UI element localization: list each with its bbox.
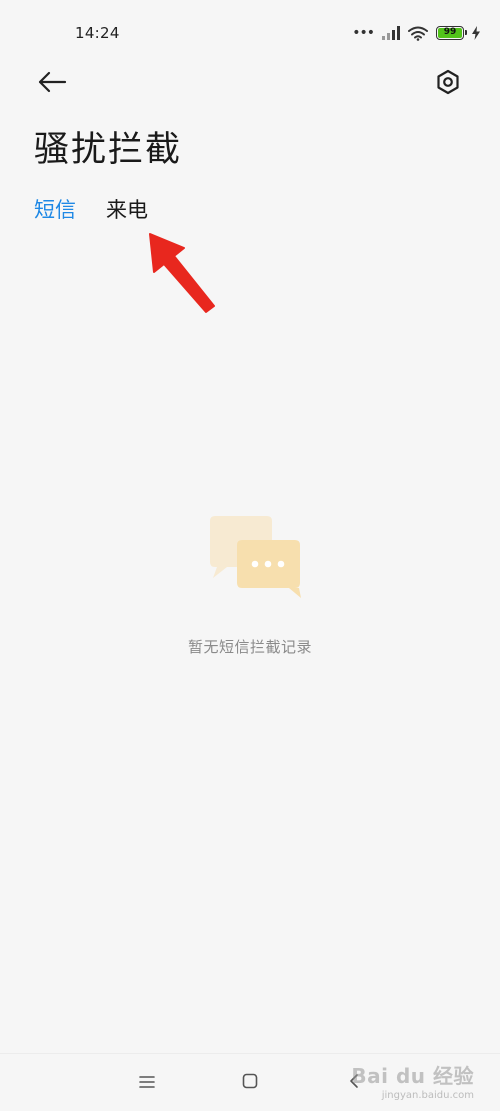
page-title: 骚扰拦截 [34,130,183,170]
battery-cap [465,30,467,35]
home-square-icon [242,1073,258,1093]
back-button[interactable] [34,66,70,102]
chat-bubbles-icon [210,516,301,598]
wifi-icon [408,26,428,41]
charging-bolt-icon [472,26,480,40]
empty-state-message: 暂无短信拦截记录 [187,638,312,656]
settings-button[interactable] [430,66,466,102]
tab-sms[interactable]: 短信 [34,192,76,228]
status-icons: ••• 99 [352,24,480,42]
signal-icon [382,26,400,40]
tab-bar: 短信 来电 [34,192,148,228]
hexagon-settings-icon [435,69,461,99]
status-bar: 14:24 ••• 99 [0,0,500,66]
more-dots-icon: ••• [352,25,375,41]
arrow-left-icon [37,70,67,98]
screen: 14:24 ••• 99 骚扰拦截 短信 来电 暂无短信拦截记录 Bai du … [0,0,500,1111]
battery-level: 99 [443,27,457,37]
watermark-brand: Bai du 经验 [351,1064,474,1088]
tab-calls[interactable]: 来电 [106,192,148,228]
nav-home-button[interactable] [236,1069,264,1097]
watermark-url: jingyan.baidu.com [381,1090,474,1101]
annotation-arrow-icon [149,233,215,313]
nav-menu-button[interactable] [133,1069,161,1097]
battery-icon: 99 [436,26,467,40]
status-time: 14:24 [75,24,120,42]
menu-icon [139,1074,155,1093]
